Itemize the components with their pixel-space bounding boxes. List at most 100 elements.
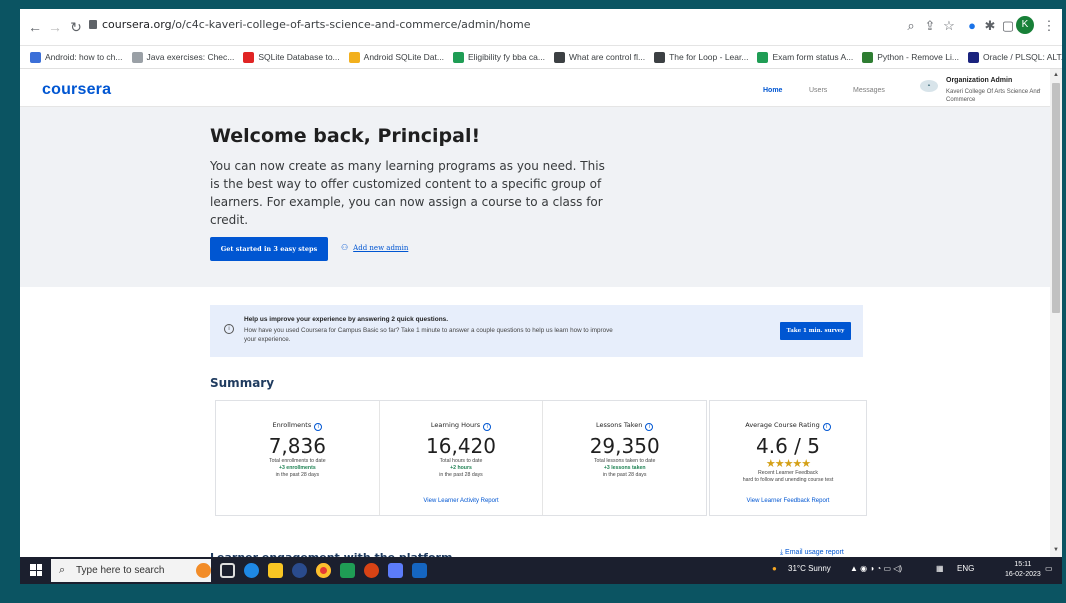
- back-icon[interactable]: ←: [26, 18, 44, 36]
- bookmark-item[interactable]: Eligibility fy bba ca...: [452, 51, 545, 63]
- nav-home[interactable]: Home: [763, 87, 782, 94]
- stat-delta: +2 hours: [450, 465, 472, 471]
- weather-text[interactable]: 31°C Sunny: [788, 564, 831, 573]
- bookmark-item[interactable]: Python - Remove Li...: [862, 51, 959, 63]
- add-admin-label: Add new admin: [353, 244, 409, 252]
- excel-icon[interactable]: [340, 563, 355, 578]
- scroll-thumb[interactable]: [1052, 83, 1060, 313]
- stat-enrollments: Enrollments i 7,836 Total enrollments to …: [216, 401, 379, 515]
- stat-value: 16,420: [426, 434, 496, 458]
- org-admin-title[interactable]: Organization Admin: [946, 77, 1012, 84]
- stat-label-text: Lessons Taken: [596, 421, 643, 429]
- taskbar-search-input[interactable]: ⌕ Type here to search: [51, 559, 211, 582]
- get-started-button[interactable]: Get started in 3 easy steps: [210, 237, 328, 261]
- info-icon[interactable]: i: [645, 423, 654, 431]
- bookmark-favicon-icon: [348, 51, 360, 63]
- windows-start-icon[interactable]: [30, 564, 42, 576]
- survey-title: Help us improve your experience by answe…: [244, 316, 449, 323]
- stat-label: Enrollments i: [216, 421, 379, 431]
- notification-icon[interactable]: ▭: [1045, 564, 1053, 573]
- bookmark-item[interactable]: Android SQLite Dat...: [348, 51, 444, 63]
- share-icon[interactable]: ⇪: [921, 17, 939, 35]
- chevron-down-icon[interactable]: ⌄: [1036, 85, 1042, 93]
- info-icon[interactable]: i: [822, 423, 831, 431]
- reload-icon[interactable]: ↻: [67, 18, 85, 36]
- star-rating-icon: ★★★★★: [765, 458, 811, 470]
- info-icon[interactable]: i: [314, 423, 323, 431]
- word-icon[interactable]: [412, 563, 427, 578]
- scroll-down-icon[interactable]: ▼: [1052, 547, 1060, 555]
- extension-icon[interactable]: ●: [963, 17, 981, 35]
- survey-banner: i Help us improve your experience by ans…: [210, 305, 863, 357]
- stat-value: 29,350: [589, 434, 660, 458]
- profile-avatar[interactable]: K: [1016, 16, 1034, 34]
- app-icon[interactable]: [388, 563, 403, 578]
- stat-lessons-taken: Lessons Taken i 29,350 Total lessons take…: [542, 401, 706, 515]
- info-icon[interactable]: i: [483, 423, 492, 431]
- chrome-icon[interactable]: [316, 563, 331, 578]
- bookmark-label: The for Loop - Lear...: [669, 52, 749, 62]
- learner-feedback-report-link[interactable]: View Learner Feedback Report: [710, 498, 866, 504]
- bookmark-item[interactable]: Java exercises: Chec...: [131, 51, 235, 63]
- bookmark-favicon-icon: [757, 51, 769, 63]
- stat-label: Lessons Taken i: [543, 421, 706, 431]
- hero-section: Welcome back, Principal! You can now cre…: [20, 107, 1050, 287]
- learner-activity-report-link[interactable]: View Learner Activity Report: [380, 498, 543, 504]
- address-bar[interactable]: coursera.org/o/c4c-kaveri-college-of-art…: [102, 18, 531, 31]
- bookmark-item[interactable]: What are control fl...: [554, 51, 645, 63]
- bookmark-label: Oracle / PLSQL: ALT...: [982, 52, 1062, 62]
- puzzle-icon[interactable]: ✱: [981, 17, 999, 35]
- stat-value: 7,836: [268, 434, 326, 458]
- powerpoint-icon[interactable]: [364, 563, 379, 578]
- rating-sub: Recent Learner Feedback: [758, 470, 818, 476]
- weather-icon[interactable]: ●: [772, 564, 777, 573]
- info-icon: i: [224, 324, 234, 334]
- org-name: Kaveri College Of Arts Science And Comme…: [946, 89, 1041, 103]
- file-explorer-icon[interactable]: [268, 563, 283, 578]
- bookmark-item[interactable]: Exam form status A...: [757, 51, 853, 63]
- app-icon[interactable]: [292, 563, 307, 578]
- stat-sub: Total hours to date: [439, 458, 483, 464]
- coursera-logo[interactable]: coursera: [42, 81, 111, 99]
- bookmark-item[interactable]: The for Loop - Lear...: [654, 51, 749, 63]
- stat-delta: +3 lessons taken: [603, 465, 646, 471]
- stat-delta: +3 enrollments: [278, 465, 316, 471]
- bookmark-favicon-icon: [30, 51, 41, 63]
- url-path: /o/c4c-kaveri-college-of-arts-science-an…: [171, 18, 531, 31]
- page-title: Welcome back, Principal!: [210, 125, 481, 147]
- windows-taskbar: ⌕ Type here to search ● 31°C Sunny ▲ ◉ ◑ …: [20, 557, 1062, 584]
- email-report-label: Email usage report: [785, 549, 844, 556]
- side-panel-icon[interactable]: ▢: [999, 17, 1017, 35]
- stat-label-text: Average Course Rating: [745, 421, 820, 429]
- scroll-up-icon[interactable]: ▲: [1052, 72, 1060, 80]
- clock[interactable]: 15:11 16-02-2023: [1005, 560, 1041, 580]
- tray-icons[interactable]: ▲ ◉ ◑ ◔ ▭ ◁): [850, 564, 902, 573]
- bookmark-label: Java exercises: Chec...: [146, 52, 235, 62]
- zoom-icon[interactable]: ⌕: [902, 17, 920, 35]
- add-admin-link[interactable]: ⚇ Add new admin: [341, 243, 408, 252]
- bookmark-favicon-icon: [862, 51, 874, 63]
- bookmark-item[interactable]: Android: how to ch...: [30, 51, 123, 63]
- task-view-icon[interactable]: [220, 563, 235, 578]
- bookmark-label: SQLite Database to...: [258, 52, 340, 62]
- email-usage-report-link[interactable]: ⤓ Email usage report: [780, 549, 844, 557]
- browser-toolbar: ← → ↻ coursera.org/o/c4c-kaveri-college-…: [20, 9, 1062, 46]
- forward-icon[interactable]: →: [46, 18, 64, 36]
- bookmark-item[interactable]: Oracle / PLSQL: ALT...: [967, 51, 1062, 63]
- menu-dots-icon[interactable]: ⋮: [1040, 17, 1058, 35]
- nav-users[interactable]: Users: [809, 87, 827, 94]
- survey-text: How have you used Coursera for Campus Ba…: [244, 327, 613, 343]
- nav-messages[interactable]: Messages: [853, 87, 885, 94]
- edge-icon[interactable]: [244, 563, 259, 578]
- page-scrollbar[interactable]: ▲ ▼: [1050, 69, 1062, 557]
- summary-stats-card: Enrollments i 7,836 Total enrollments to …: [215, 400, 707, 516]
- bookmark-star-icon[interactable]: ☆: [940, 17, 958, 35]
- bookmark-favicon-icon: [654, 51, 666, 63]
- bookmarks-bar: Android: how to ch... Java exercises: Ch…: [20, 46, 1062, 69]
- take-survey-button[interactable]: Take 1 min. survey: [780, 322, 851, 340]
- bookmark-item[interactable]: SQLite Database to...: [243, 51, 340, 63]
- widget-flower-icon[interactable]: [196, 563, 211, 578]
- language-indicator[interactable]: ENG: [957, 564, 974, 573]
- summary-heading: Summary: [210, 376, 275, 390]
- keyboard-icon[interactable]: ▦: [936, 564, 944, 573]
